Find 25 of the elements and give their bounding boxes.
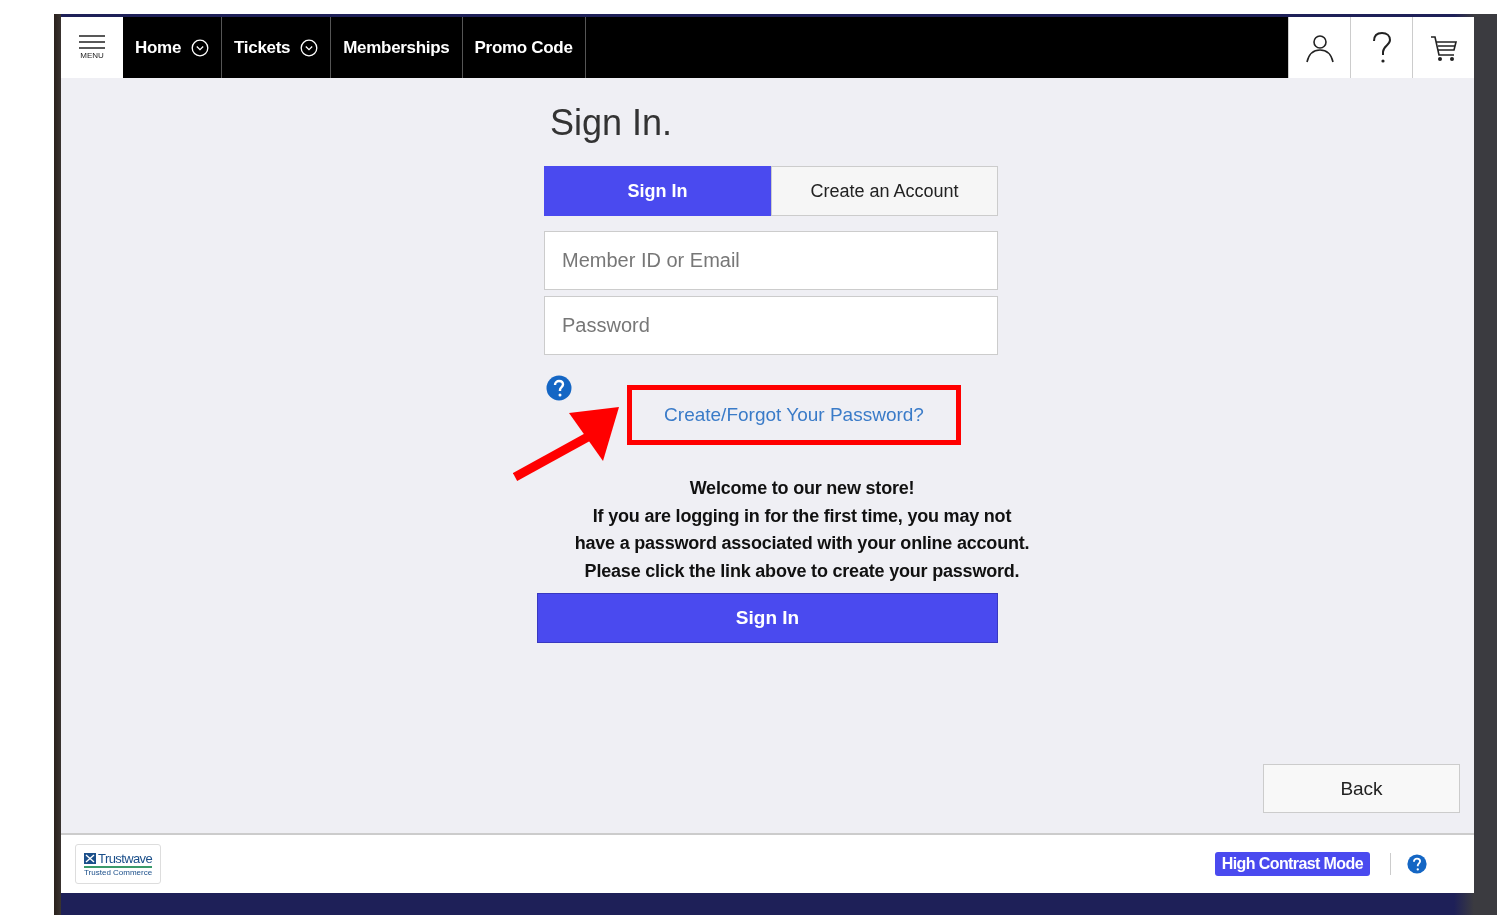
question-icon <box>1371 31 1392 64</box>
welcome-message: Welcome to our new store! If you are logging in for the first time, you may not have a password associated with your online account. Please click the link above to create your password. <box>573 477 1031 583</box>
account-button[interactable] <box>1288 17 1350 78</box>
trust-badge[interactable]: Trustwave Trusted Commerce <box>75 844 162 884</box>
input-field[interactable]: Member ID or Email <box>544 231 998 290</box>
user-icon <box>1304 32 1335 63</box>
tab[interactable]: Create an Account <box>771 166 998 216</box>
back-button[interactable]: Back <box>1263 764 1460 813</box>
sign-in-button[interactable]: Sign In <box>537 593 998 643</box>
badge-tagline: Trusted Commerce <box>84 868 153 877</box>
menu-button[interactable]: MENU <box>61 17 123 78</box>
badge-name: Trustwave <box>98 851 153 866</box>
input-field[interactable]: Password <box>544 296 998 355</box>
cart-button[interactable] <box>1412 17 1474 78</box>
help-button[interactable] <box>1350 17 1412 78</box>
forgot-password-link[interactable]: Create/Forgot Your Password? <box>664 404 924 426</box>
cart-icon <box>1429 33 1458 62</box>
high-contrast-button[interactable]: High Contrast Mode <box>1214 852 1370 876</box>
page-title: Sign In. <box>550 102 674 144</box>
tab[interactable]: Sign In <box>544 166 771 216</box>
menu-icon <box>79 35 105 49</box>
help-button[interactable] <box>1407 854 1427 874</box>
help-icon <box>546 375 572 401</box>
trust-logo-icon <box>84 853 97 864</box>
help-icon <box>1407 854 1427 874</box>
